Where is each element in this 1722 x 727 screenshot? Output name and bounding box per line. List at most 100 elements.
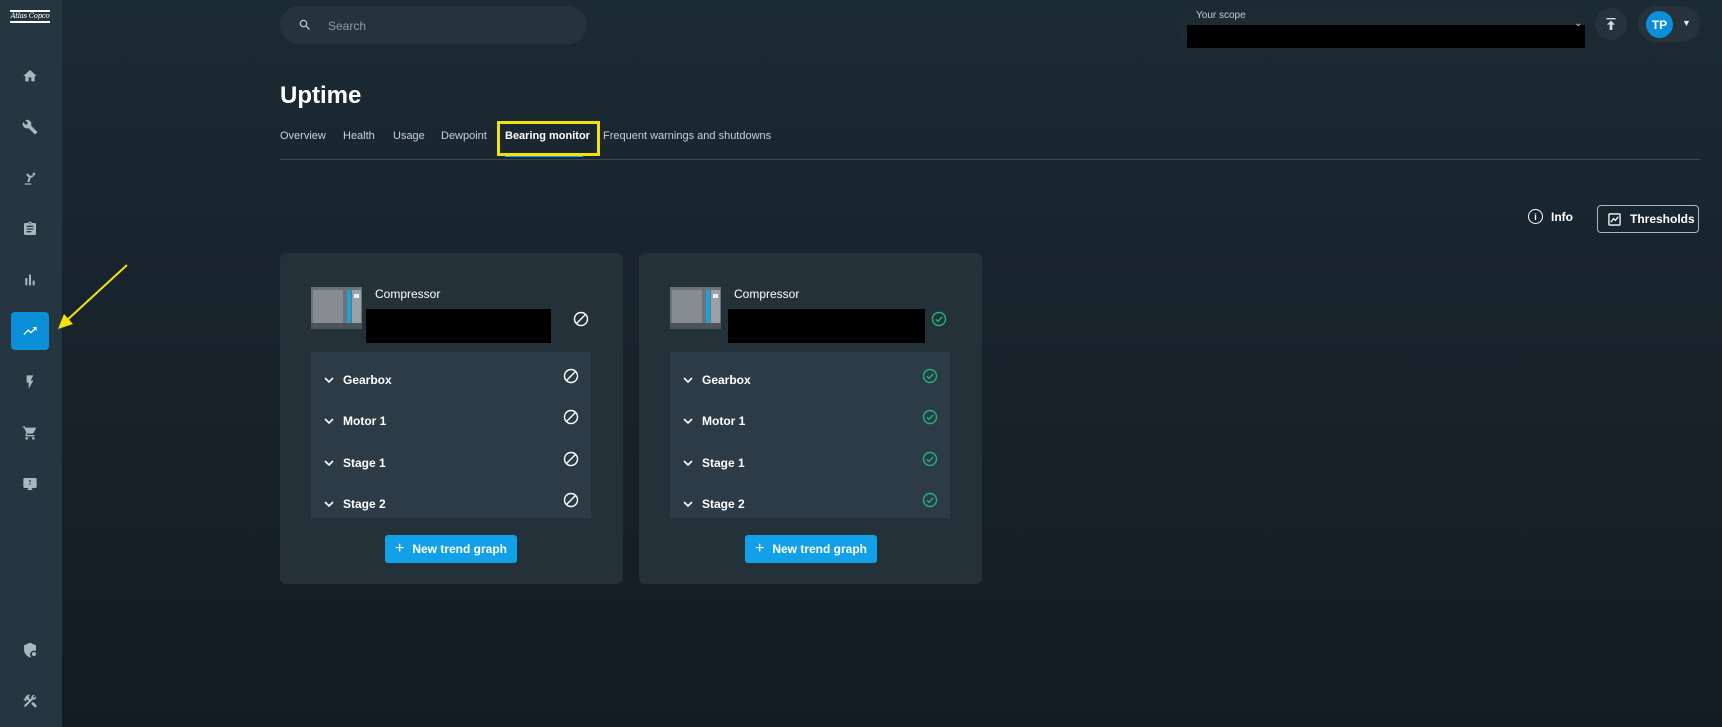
ok-status-icon (931, 311, 947, 327)
plus-icon: + (394, 540, 405, 557)
component-list: Gearbox Motor 1 Stage 1 Stage 2 (311, 352, 591, 518)
user-menu[interactable]: TP ▼ (1638, 6, 1700, 42)
new-trend-graph-button[interactable]: + New trend graph (745, 535, 877, 563)
upload-button[interactable] (1595, 8, 1627, 40)
component-row-stage-2[interactable]: Stage 2 (670, 488, 950, 528)
sidebar-item-feedback[interactable] (11, 465, 49, 503)
machine-card: Compressor Gearbox Motor 1 Stage 1 Stage… (280, 253, 623, 584)
feedback-icon (23, 478, 37, 490)
component-name: Motor 1 (343, 414, 387, 428)
scope-selector[interactable]: Your scope ⌄ (1178, 6, 1585, 48)
disabled-status-icon (563, 492, 579, 508)
component-list: Gearbox Motor 1 Stage 1 Stage 2 (670, 352, 950, 518)
sidebar-item-clipboard[interactable] (11, 210, 49, 248)
search-bar[interactable] (280, 6, 587, 44)
chevron-down-icon (324, 418, 334, 425)
new-trend-graph-button[interactable]: + New trend graph (385, 535, 517, 563)
chevron-down-icon (324, 501, 334, 508)
component-name: Stage 2 (343, 497, 386, 511)
tab-overview[interactable]: Overview (280, 130, 326, 142)
component-row-motor-1[interactable]: Motor 1 (311, 405, 591, 445)
tab-frequent-warnings[interactable]: Frequent warnings and shutdowns (603, 130, 771, 142)
component-name: Stage 1 (702, 456, 745, 470)
component-name: Gearbox (702, 373, 751, 387)
trending-up-icon (23, 327, 37, 335)
sidebar-item-robot[interactable] (11, 159, 49, 197)
machine-type-label: Compressor (375, 287, 441, 301)
new-trend-graph-label: New trend graph (412, 542, 508, 556)
sidebar-item-uptime[interactable] (11, 312, 49, 350)
disabled-status-icon (563, 368, 579, 384)
component-row-gearbox[interactable]: Gearbox (670, 364, 950, 404)
ok-status-icon (922, 451, 938, 467)
chevron-down-icon (324, 460, 334, 467)
page-title: Uptime (280, 82, 362, 109)
machine-card: Compressor Gearbox Motor 1 Stage 1 Stage… (639, 253, 982, 584)
caret-down-icon: ▼ (1682, 18, 1691, 28)
wrench-icon (22, 119, 38, 135)
sidebar: Atlas Copco (0, 0, 62, 727)
disabled-status-icon (573, 311, 589, 327)
compressor-image (670, 287, 721, 329)
avatar: TP (1646, 11, 1673, 38)
sidebar-item-shop[interactable] (11, 414, 49, 452)
tab-dewpoint[interactable]: Dewpoint (441, 130, 487, 142)
chevron-down-icon (683, 377, 693, 384)
component-name: Motor 1 (702, 414, 746, 428)
disabled-status-icon (563, 409, 579, 425)
scope-value-redacted (1187, 25, 1585, 48)
component-row-motor-1[interactable]: Motor 1 (670, 405, 950, 445)
chevron-down-icon (324, 377, 334, 384)
shield-settings-icon (24, 642, 36, 658)
clipboard-icon (24, 221, 36, 235)
atlas-copco-logo[interactable]: Atlas Copco (10, 10, 50, 32)
sidebar-item-reports[interactable] (11, 261, 49, 299)
cart-icon (22, 426, 36, 440)
bar-chart-icon (25, 274, 35, 286)
info-icon: i (1528, 209, 1543, 224)
component-row-stage-1[interactable]: Stage 1 (670, 447, 950, 487)
new-trend-graph-label: New trend graph (772, 542, 868, 556)
component-name: Stage 2 (702, 497, 745, 511)
machine-id-redacted (728, 309, 925, 343)
robot-arm-icon (24, 172, 36, 185)
component-name: Gearbox (343, 373, 392, 387)
chevron-down-icon: ⌄ (1574, 18, 1583, 29)
annotation-highlight-box (497, 121, 600, 156)
plus-icon: + (754, 540, 765, 557)
tab-health[interactable]: Health (343, 130, 375, 142)
scope-label: Your scope (1196, 10, 1246, 21)
chevron-down-icon (683, 460, 693, 467)
component-row-stage-2[interactable]: Stage 2 (311, 488, 591, 528)
ok-status-icon (922, 492, 938, 508)
annotation-arrow-icon (58, 264, 128, 329)
info-button[interactable]: i Info (1528, 209, 1573, 224)
divider (280, 159, 1700, 160)
thresholds-button[interactable]: Thresholds (1597, 205, 1699, 233)
chevron-down-icon (683, 501, 693, 508)
lightning-icon (26, 375, 34, 389)
search-input[interactable] (326, 16, 570, 36)
ok-status-icon (922, 409, 938, 425)
sidebar-item-energy[interactable] (11, 363, 49, 401)
home-icon (23, 70, 37, 82)
chevron-down-icon (683, 418, 693, 425)
tab-usage[interactable]: Usage (393, 130, 425, 142)
thresholds-label: Thresholds (1630, 212, 1695, 226)
disabled-status-icon (563, 451, 579, 467)
component-row-gearbox[interactable]: Gearbox (311, 364, 591, 404)
sidebar-item-service[interactable] (11, 108, 49, 146)
compressor-image (311, 287, 362, 329)
component-row-stage-1[interactable]: Stage 1 (311, 447, 591, 487)
sidebar-item-tools[interactable] (11, 682, 49, 720)
info-label: Info (1551, 209, 1573, 224)
tools-icon (23, 694, 38, 708)
sidebar-item-home[interactable] (11, 57, 49, 95)
ok-status-icon (922, 368, 938, 384)
upload-icon (1606, 18, 1616, 30)
machine-type-label: Compressor (734, 287, 800, 301)
machine-id-redacted (366, 309, 551, 343)
chart-box-icon (1608, 212, 1621, 226)
component-name: Stage 1 (343, 456, 386, 470)
sidebar-item-security[interactable] (11, 631, 49, 669)
